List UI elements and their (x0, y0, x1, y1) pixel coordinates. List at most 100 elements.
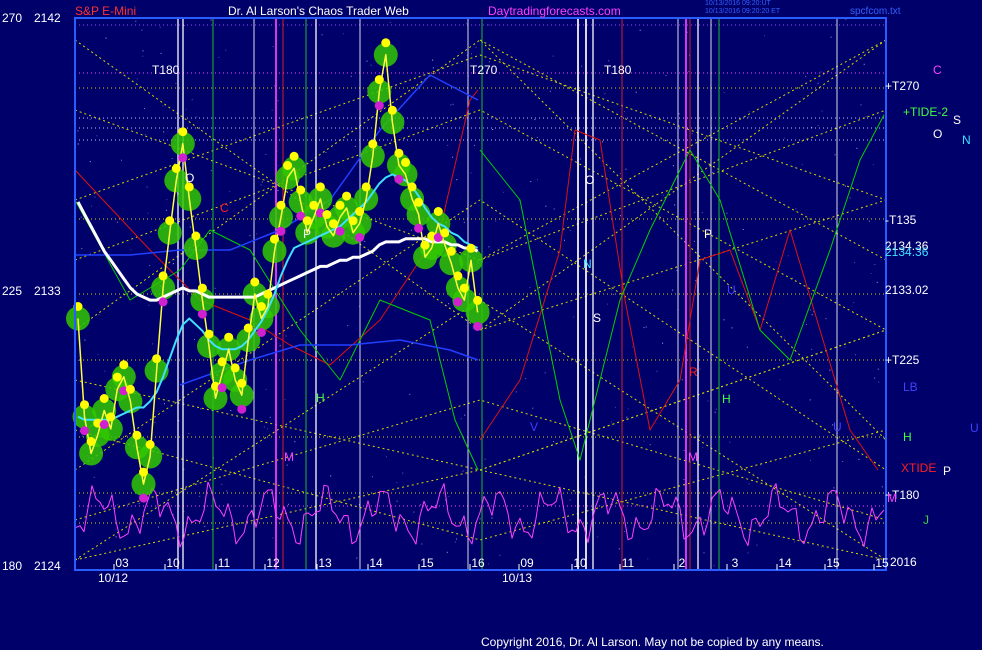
yellow-dot (270, 234, 279, 244)
star (396, 482, 398, 484)
star (748, 483, 750, 485)
star (154, 421, 156, 423)
star (362, 381, 364, 383)
chart-letter-v: V (530, 420, 539, 434)
yellow-dot (191, 231, 201, 241)
star (833, 487, 835, 489)
star (712, 172, 714, 173)
magenta-dot (355, 233, 365, 242)
star (746, 346, 748, 348)
star (649, 444, 651, 446)
header-symbol: S&P E-Mini (75, 4, 137, 18)
star (726, 212, 728, 214)
star (277, 100, 279, 102)
right-label-plus-t225: +T225 (885, 353, 920, 367)
yellow-dot (106, 412, 116, 422)
star (860, 511, 862, 513)
yellow-dot (230, 363, 240, 373)
star (611, 421, 612, 423)
top-marker-t180-b: T180 (604, 63, 632, 77)
star (189, 226, 191, 228)
yellow-dot (158, 271, 168, 281)
star (643, 440, 645, 442)
star (274, 85, 275, 87)
star (764, 35, 766, 37)
star (141, 29, 143, 31)
star (860, 104, 862, 106)
yellow-dot (381, 38, 391, 48)
star (569, 499, 571, 501)
yellow-dot (459, 283, 469, 293)
star (639, 29, 641, 31)
star (748, 116, 750, 118)
magenta-dot (217, 383, 227, 393)
star (194, 338, 195, 340)
yellow-dot (466, 243, 476, 253)
right-label-xtide: XTIDE (901, 461, 937, 475)
star (271, 109, 273, 111)
star (89, 118, 91, 120)
yellow-dot (361, 182, 371, 192)
star (364, 240, 366, 242)
yellow-dot (165, 216, 175, 226)
x-tick-label: 13 (318, 556, 332, 570)
header-website[interactable]: Daytradingforecasts.com (488, 5, 621, 18)
star (672, 289, 674, 291)
yellow-dot (328, 219, 338, 229)
header-timestamp-2: 10/13/2016 09:20:20 ET (705, 8, 781, 15)
star (226, 490, 228, 492)
right-label-j: J (923, 513, 929, 527)
star (602, 141, 604, 143)
star (130, 249, 132, 251)
star (225, 49, 227, 51)
magenta-dot (80, 426, 89, 436)
yellow-dot (407, 182, 417, 192)
star (723, 92, 725, 94)
star (488, 246, 490, 248)
star (263, 426, 265, 428)
star (529, 287, 531, 288)
x-date-1012: 10/12 (98, 571, 129, 585)
star (389, 22, 391, 23)
star (488, 24, 490, 26)
star (135, 20, 137, 22)
yellow-dot (289, 151, 299, 161)
star (288, 503, 289, 505)
star (495, 220, 497, 222)
star (151, 343, 153, 345)
star (608, 60, 610, 62)
chart-letter-r: R (689, 365, 698, 379)
yellow-dot (112, 372, 122, 382)
yellow-dot (152, 354, 162, 364)
star (830, 36, 832, 38)
star (870, 273, 872, 274)
star (84, 339, 86, 341)
right-label-2133: 2133.02 (885, 283, 929, 297)
star (269, 416, 271, 418)
star (149, 265, 151, 266)
yellow-dot (224, 332, 234, 342)
yellow-dot (263, 289, 273, 299)
star (452, 156, 453, 158)
star (553, 208, 555, 210)
star (564, 239, 565, 241)
star (569, 230, 571, 232)
star (175, 82, 177, 84)
star (105, 37, 107, 39)
star (372, 476, 373, 478)
star (321, 34, 323, 36)
star (704, 525, 706, 527)
star (163, 131, 165, 133)
star (98, 314, 100, 316)
star (553, 441, 555, 443)
star (707, 400, 709, 402)
star (686, 31, 688, 33)
star (310, 359, 311, 361)
star (801, 164, 803, 165)
yellow-dot (335, 200, 345, 210)
star (285, 335, 287, 337)
star (699, 368, 701, 370)
star (432, 59, 434, 61)
star (200, 408, 202, 410)
star (77, 143, 79, 145)
